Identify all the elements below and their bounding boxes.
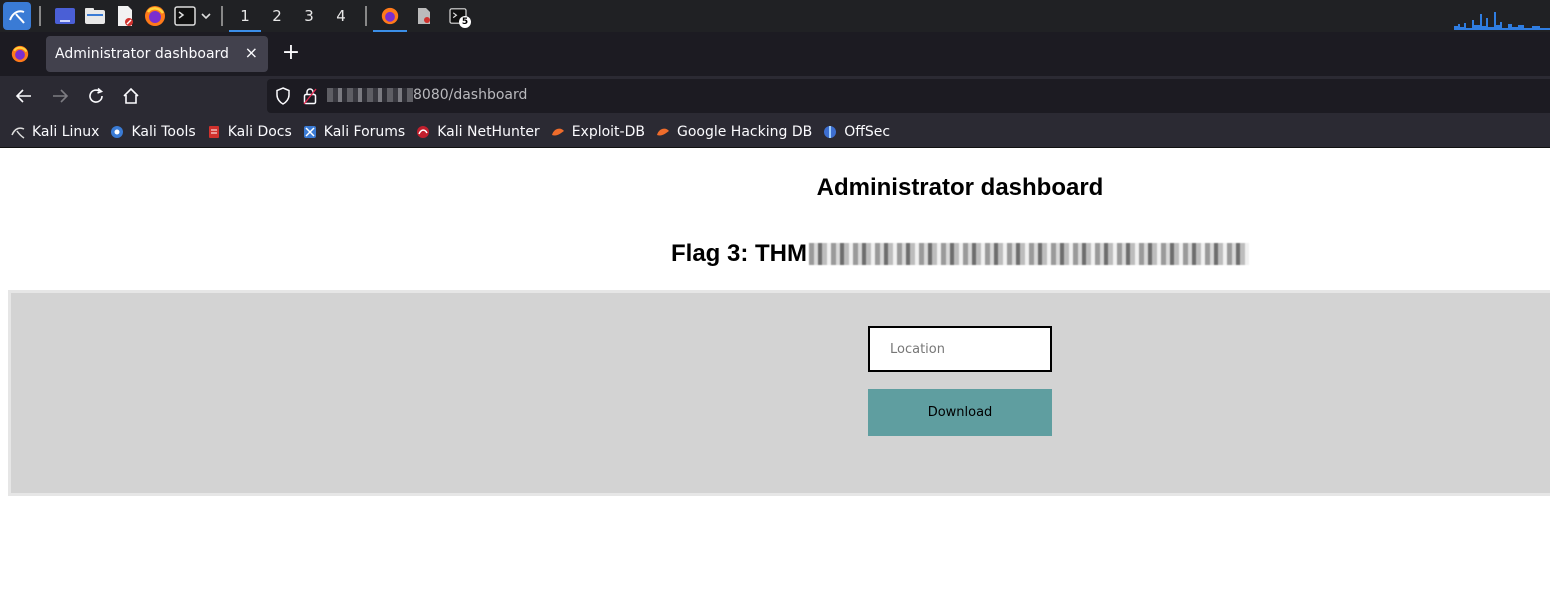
taskbar-terminal-window[interactable]: 5 — [441, 0, 475, 32]
taskbar-firefox-window[interactable] — [373, 0, 407, 32]
offsec-icon — [822, 124, 838, 140]
location-input[interactable] — [868, 326, 1052, 372]
workspace-3[interactable]: 3 — [293, 0, 325, 32]
kali-dragon-icon — [10, 124, 26, 140]
bookmark-label: Kali Linux — [32, 123, 100, 140]
system-taskbar: 1 2 3 4 5 — [0, 0, 1550, 32]
page-content: Administrator dashboard Flag 3: THM Down… — [0, 148, 1550, 600]
kali-tools-icon — [109, 124, 125, 140]
kali-forums-icon — [302, 124, 318, 140]
workspace-2[interactable]: 2 — [261, 0, 293, 32]
terminal-launcher-icon[interactable] — [173, 4, 197, 28]
browser-nav-bar: 8080/dashboard — [0, 76, 1550, 116]
back-button[interactable] — [12, 84, 36, 108]
window-count-badge: 5 — [459, 16, 471, 28]
forward-button[interactable] — [48, 84, 72, 108]
redacted-flag-value — [809, 243, 1249, 265]
text-editor-icon[interactable] — [113, 4, 137, 28]
bookmark-kali-nethunter[interactable]: Kali NetHunter — [415, 123, 540, 140]
bookmark-offsec[interactable]: OffSec — [822, 124, 890, 140]
download-form-panel: Download — [8, 290, 1550, 496]
bookmark-label: Kali Forums — [323, 123, 406, 140]
bookmark-kali-docs[interactable]: Kali Docs — [206, 124, 292, 140]
bookmark-exploit-db[interactable]: Exploit-DB — [550, 124, 645, 140]
desktop-icon[interactable] — [53, 4, 77, 28]
document-icon — [418, 8, 430, 24]
bookmark-label: OffSec — [844, 123, 891, 140]
reload-button[interactable] — [84, 84, 108, 108]
firefox-view-icon[interactable] — [0, 32, 40, 76]
new-tab-button[interactable]: + — [280, 42, 302, 66]
lock-insecure-icon[interactable] — [303, 87, 317, 105]
kali-nethunter-icon — [415, 124, 431, 140]
chevron-down-icon[interactable] — [199, 4, 213, 28]
download-button[interactable]: Download — [868, 389, 1052, 436]
flag-heading: Flag 3: THM — [671, 240, 1249, 268]
firefox-launcher-icon[interactable] — [143, 4, 167, 28]
ghdb-icon — [655, 124, 671, 140]
url-bar[interactable]: 8080/dashboard — [267, 79, 1550, 113]
url-path: 8080/dashboard — [413, 87, 528, 103]
tab-administrator-dashboard[interactable]: Administrator dashboard × — [46, 36, 268, 72]
tab-title: Administrator dashboard — [55, 46, 229, 62]
workspace-4[interactable]: 4 — [325, 0, 357, 32]
url-text[interactable]: 8080/dashboard — [327, 87, 527, 103]
exploit-db-icon — [550, 124, 566, 140]
bookmark-google-hacking-db[interactable]: Google Hacking DB — [655, 124, 812, 140]
bookmark-label: Kali Docs — [227, 123, 292, 140]
browser-tab-bar: Administrator dashboard × + — [0, 32, 1550, 76]
file-manager-icon[interactable] — [83, 4, 107, 28]
bookmark-label: Kali Tools — [131, 123, 196, 140]
bookmark-kali-linux[interactable]: Kali Linux — [10, 124, 99, 140]
kali-docs-icon — [206, 124, 222, 140]
taskbar-separator — [39, 6, 41, 26]
workspace-1[interactable]: 1 — [229, 0, 261, 32]
taskbar-editor-window[interactable] — [407, 0, 441, 32]
bookmarks-toolbar: Kali Linux Kali Tools Kali Docs Kali For… — [0, 116, 1550, 148]
arrow-right-icon — [53, 89, 69, 103]
page-title: Administrator dashboard — [816, 174, 1104, 201]
tracking-shield-icon[interactable] — [275, 87, 291, 105]
firefox-icon — [381, 7, 399, 25]
taskbar-separator — [365, 6, 367, 26]
bookmark-label: Google Hacking DB — [676, 123, 813, 140]
home-button[interactable] — [119, 84, 143, 108]
bookmark-label: Kali NetHunter — [437, 123, 540, 140]
bookmark-kali-forums[interactable]: Kali Forums — [302, 124, 405, 140]
flag-label: Flag 3: THM — [671, 240, 807, 267]
taskbar-separator — [221, 6, 223, 26]
arrow-left-icon — [15, 89, 31, 103]
cpu-graph-icon — [1454, 12, 1550, 30]
reload-icon — [89, 87, 104, 103]
bookmark-kali-tools[interactable]: Kali Tools — [109, 123, 196, 140]
close-tab-icon[interactable]: × — [245, 44, 258, 62]
redacted-host — [327, 88, 413, 102]
kali-menu-icon[interactable] — [3, 2, 31, 30]
home-icon — [123, 87, 139, 104]
bookmark-label: Exploit-DB — [571, 123, 645, 140]
